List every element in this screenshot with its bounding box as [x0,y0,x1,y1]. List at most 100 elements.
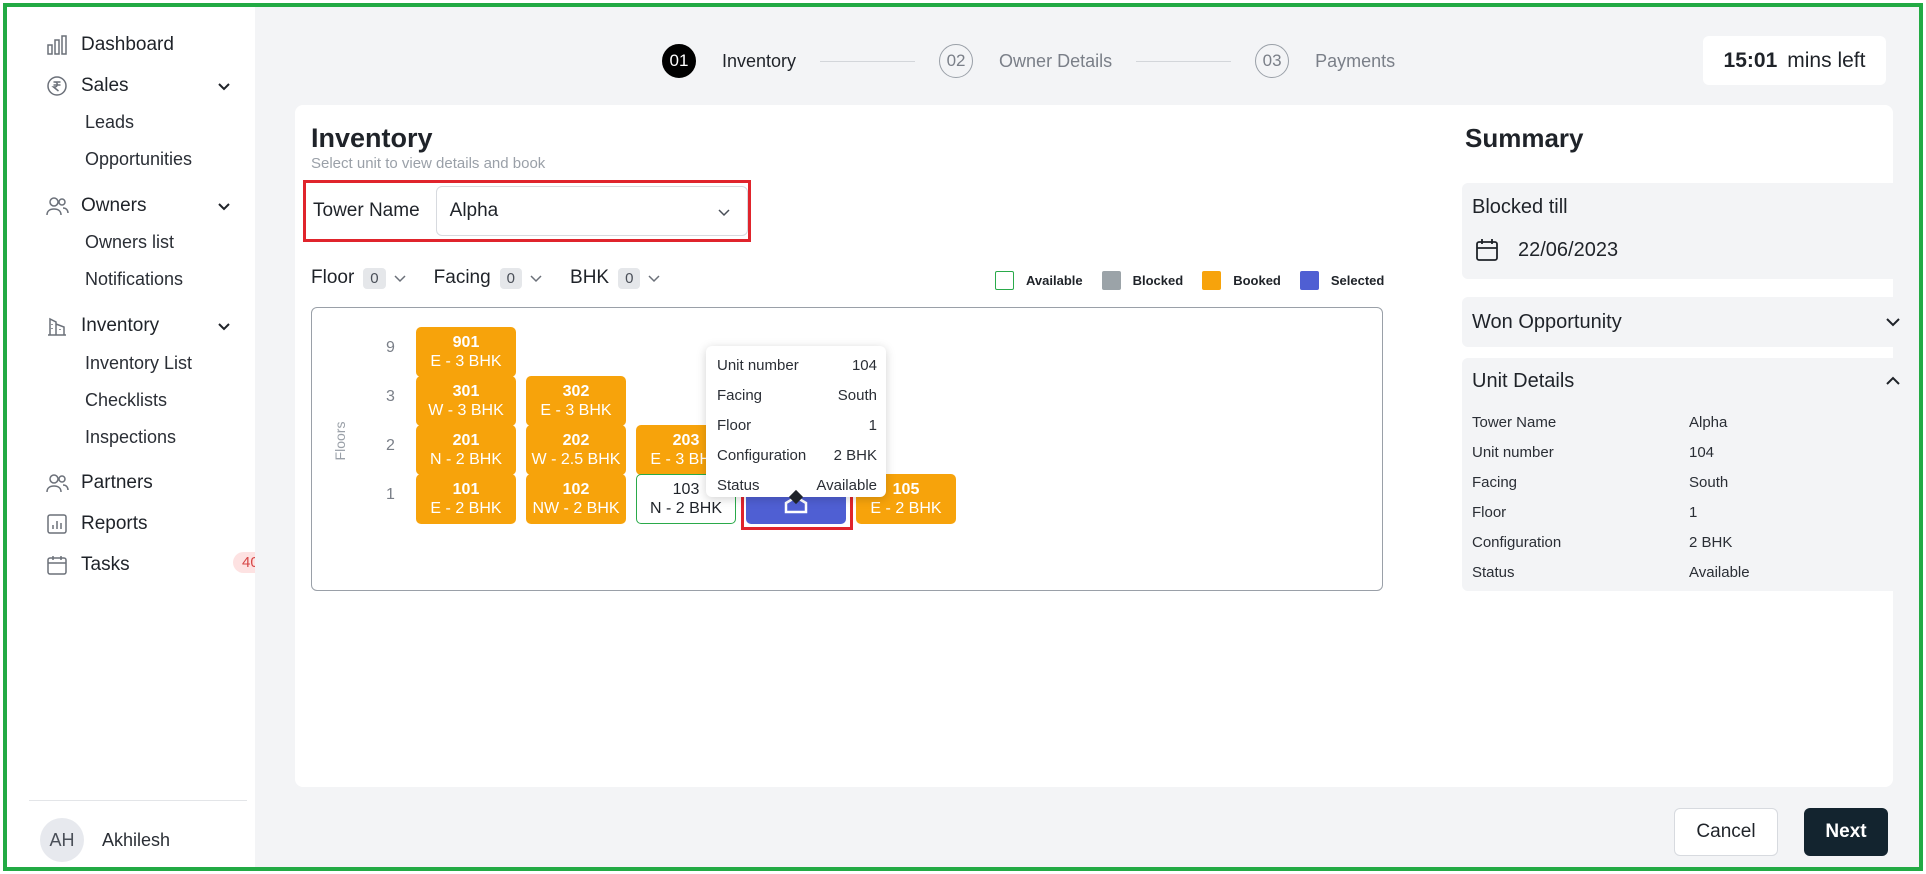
unit-details-card: Unit Details Tower Name Alpha Unit numbe… [1462,358,1917,591]
step-connector [1136,60,1232,62]
sidebar-item-owners-list[interactable]: Owners list [85,232,174,253]
unit-number: 201 [452,431,480,449]
step-1-circle[interactable]: 01 [662,44,696,78]
tooltip-key: Floor [717,417,752,434]
detail-key: Unit number [1472,444,1554,461]
sidebar-item-label: Reports [81,513,148,534]
chevron-down-icon[interactable] [215,197,233,215]
tower-name-value: Alpha [449,200,499,221]
sidebar-item-label: Tasks [81,554,130,575]
sidebar-item-sales[interactable]: Sales [45,69,255,103]
unit-301[interactable]: 301 W - 3 BHK [416,376,516,426]
detail-key: Floor [1472,504,1507,521]
rupee-icon [45,74,69,98]
step-2-circle[interactable]: 02 [939,44,974,78]
floor-number: 2 [386,437,395,454]
unit-201[interactable]: 201 N - 2 BHK [416,425,516,475]
blocked-till-label: Blocked till [1472,196,1568,218]
unit-202[interactable]: 202 W - 2.5 BHK [526,425,626,475]
detail-value: South [1689,474,1729,491]
timer-value: 15:01 [1723,48,1778,72]
bhk-filter-count: 0 [618,267,641,289]
unit-config: E - 2 BHK [430,500,502,517]
won-opportunity-card[interactable]: Won Opportunity [1462,297,1917,347]
legend-swatch [1299,271,1319,290]
unit-102[interactable]: 102 NW - 2 BHK [526,474,626,524]
next-button[interactable]: Next [1804,808,1888,856]
legend-available: Available [995,271,1083,290]
unit-config: NW - 2 BHK [532,500,620,517]
legend-label: Selected [1330,273,1385,288]
detail-value: Alpha [1689,414,1728,431]
bhk-filter[interactable]: BHK 0 [570,267,662,289]
sidebar-item-tasks[interactable]: Tasks 40 [45,548,275,582]
chevron-down-icon [648,275,660,283]
content-panel: Inventory Select unit to view details an… [295,105,1917,787]
unit-302[interactable]: 302 E - 3 BHK [526,376,626,426]
facing-filter[interactable]: Facing 0 [434,267,544,289]
chevron-down-icon[interactable] [215,77,233,95]
chevron-down-icon [718,209,730,217]
floor-number: 1 [386,486,395,503]
blocked-till-date-row: 22/06/2023 [1474,237,1618,263]
facing-filter-label: Facing [433,267,491,288]
tooltip-value: Available [816,477,877,494]
sidebar-item-dashboard[interactable]: Dashboard [45,28,174,62]
unit-details-title: Unit Details [1472,370,1575,392]
facing-filter-count: 0 [499,267,523,289]
detail-key: Configuration [1472,534,1562,551]
countdown-timer: 15:01 mins left [1703,36,1886,85]
unit-number: 302 [562,382,590,400]
chevron-up-icon[interactable] [1883,371,1903,391]
legend-label: Available [1026,273,1083,288]
tooltip-key: Configuration [717,447,807,464]
unit-number: 105 [892,480,920,498]
sidebar-item-inventory[interactable]: Inventory [45,309,255,343]
user-profile[interactable]: AH Akhilesh [40,818,170,862]
sidebar-item-leads[interactable]: Leads [85,112,134,133]
chevron-down-icon [394,275,406,283]
tower-name-select[interactable]: Alpha [435,186,748,236]
unit-number: 101 [452,480,480,498]
sidebar-item-label: Dashboard [81,34,174,55]
unit-number: 103 [672,480,700,498]
legend-label: Booked [1233,273,1281,288]
tower-name-label: Tower Name [313,200,420,221]
sidebar-item-inventory-list[interactable]: Inventory List [85,353,192,374]
unit-config: E - 2 BHK [870,500,942,517]
step-connector [820,60,916,62]
sidebar-item-partners[interactable]: Partners [45,466,153,500]
filter-bar: Floor 0 Facing 0 BHK 0 [311,267,688,289]
sidebar-item-owners[interactable]: Owners [45,189,255,223]
floor-number: 9 [386,339,395,356]
cancel-button[interactable]: Cancel [1674,808,1778,856]
chevron-down-icon[interactable] [215,317,233,335]
floor-filter-count: 0 [363,267,386,289]
sidebar-item-label: Owners [81,195,147,216]
sidebar-item-opportunities[interactable]: Opportunities [85,149,192,170]
unit-901[interactable]: 901 E - 3 BHK [416,327,516,377]
floor-filter-label: Floor [311,267,355,288]
users-icon [45,194,69,218]
bar-chart-icon [45,33,69,57]
detail-key: Facing [1472,474,1518,491]
detail-key: Status [1472,564,1515,581]
step-3-circle[interactable]: 03 [1255,44,1290,78]
floor-filter[interactable]: Floor 0 [311,267,408,289]
legend-swatch [1202,271,1222,290]
sidebar-item-checklists[interactable]: Checklists [85,390,167,411]
sidebar-item-reports[interactable]: Reports [45,507,148,541]
tooltip-value: 2 BHK [833,447,877,464]
sidebar-item-notifications[interactable]: Notifications [85,269,183,290]
calendar-icon [45,553,69,577]
detail-key: Tower Name [1472,414,1557,431]
tooltip-key: Status [717,477,760,494]
sidebar-item-inspections[interactable]: Inspections [85,427,176,448]
building-icon [45,314,69,338]
unit-number: 102 [562,480,590,498]
chevron-down-icon[interactable] [1883,312,1903,332]
avatar: AH [40,818,84,862]
unit-101[interactable]: 101 E - 2 BHK [416,474,516,524]
detail-value: 2 BHK [1689,534,1733,551]
legend-booked: Booked [1202,271,1281,290]
